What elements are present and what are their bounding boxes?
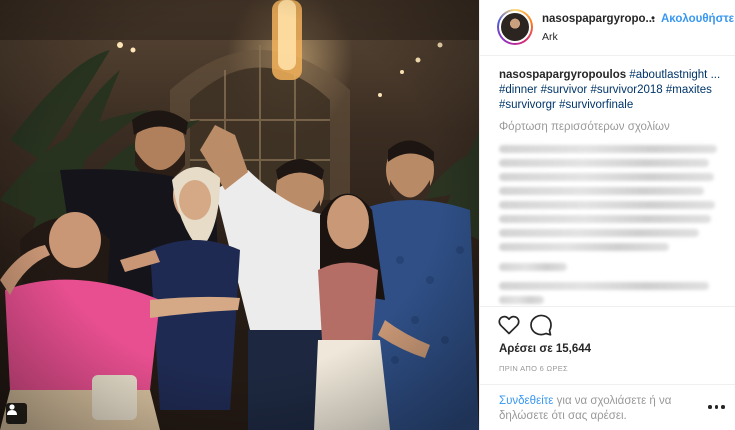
likes-count[interactable]: Αρέσει σε 15,644 (499, 343, 591, 355)
post-header: nasospapargyropo... • Ακολουθήστε Ark (480, 0, 735, 56)
hashtag-link[interactable]: #survivor (541, 84, 588, 96)
post-photo[interactable] (0, 0, 479, 430)
blurred-comment-line (499, 215, 711, 223)
hashtag-link[interactable]: #survivorfinale (559, 99, 633, 111)
hashtag-link[interactable]: #maxites (666, 84, 712, 96)
blurred-comment-line (499, 159, 709, 167)
more-options-icon[interactable] (708, 403, 726, 411)
caption-username[interactable]: nasospapargyropoulos (499, 69, 626, 81)
blurred-comment-line (499, 187, 704, 195)
blurred-comment-line (499, 201, 715, 209)
follow-button[interactable]: Ακολουθήστε (661, 13, 734, 25)
blurred-comment-line (499, 282, 709, 290)
post-timestamp: ΠΡΙΝ ΑΠΟ 6 ΩΡΕΣ (499, 364, 568, 373)
hashtag-link[interactable]: #survivor2018 (590, 84, 662, 96)
avatar[interactable] (497, 9, 533, 45)
post-username[interactable]: nasospapargyropo... (542, 13, 655, 25)
load-more-comments-button[interactable]: Φόρτωση περισσότερων σχολίων (499, 121, 670, 133)
post-caption: nasospapargyropoulos #aboutlastnight ...… (499, 68, 723, 113)
post-sidebar: nasospapargyropo... • Ακολουθήστε Ark na… (479, 0, 735, 430)
blurred-comment-line (499, 296, 544, 304)
post-location[interactable]: Ark (542, 31, 558, 43)
heart-icon[interactable] (497, 313, 521, 337)
blurred-comment-line (499, 263, 567, 271)
login-prompt: Συνδεθείτε για να σχολιάσετε ή να δηλώσε… (499, 394, 689, 424)
photo-scene (0, 0, 479, 430)
actions-divider (480, 306, 735, 307)
header-separator: • (651, 13, 656, 25)
login-prompt-area: Συνδεθείτε για να σχολιάσετε ή να δηλώσε… (480, 384, 735, 430)
comments-list (499, 140, 721, 306)
blurred-comment-line (499, 173, 714, 181)
blurred-comment-line (499, 229, 699, 237)
user-tag-icon[interactable] (6, 403, 27, 424)
blurred-comment-line (499, 243, 669, 251)
hashtag-link[interactable]: #dinner (499, 84, 537, 96)
blurred-comment-line (499, 145, 717, 153)
comment-bubble-icon[interactable] (529, 313, 553, 337)
hashtag-link[interactable]: #survivorgr (499, 99, 556, 111)
login-link[interactable]: Συνδεθείτε (499, 395, 553, 407)
hashtag-link[interactable]: #aboutlastnight ... (629, 69, 720, 81)
